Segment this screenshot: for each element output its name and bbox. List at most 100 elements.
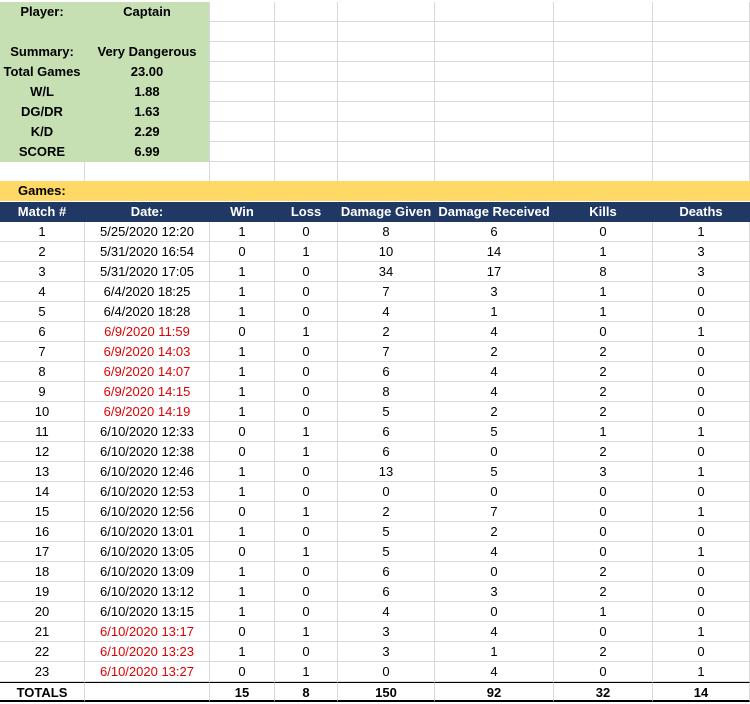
table-cell[interactable]: 3	[435, 582, 554, 602]
table-cell[interactable]: 0	[653, 582, 750, 602]
column-header[interactable]: Loss	[275, 202, 338, 222]
summary-value-cell[interactable]: 2.29	[85, 122, 210, 142]
table-cell[interactable]: 10	[0, 402, 85, 422]
empty-cell[interactable]	[554, 162, 653, 182]
summary-label-cell[interactable]: DG/DR	[0, 102, 85, 122]
table-cell[interactable]: 8	[338, 382, 435, 402]
empty-cell[interactable]	[554, 62, 653, 82]
table-cell[interactable]: 0	[653, 482, 750, 502]
table-cell[interactable]: 6/10/2020 13:01	[85, 522, 210, 542]
table-cell[interactable]: 1	[210, 582, 275, 602]
table-cell[interactable]: 2	[554, 342, 653, 362]
table-cell[interactable]: 3	[653, 242, 750, 262]
empty-cell[interactable]	[275, 142, 338, 162]
summary-label-cell[interactable]: Player:	[0, 2, 85, 22]
totals-cell[interactable]	[85, 682, 210, 702]
empty-cell[interactable]	[435, 82, 554, 102]
table-cell[interactable]: 16	[0, 522, 85, 542]
empty-cell[interactable]	[653, 62, 750, 82]
empty-cell[interactable]	[554, 102, 653, 122]
totals-cell[interactable]: TOTALS	[0, 682, 85, 702]
table-cell[interactable]: 3	[554, 462, 653, 482]
table-cell[interactable]: 1	[275, 442, 338, 462]
table-cell[interactable]: 5	[338, 522, 435, 542]
table-cell[interactable]: 6	[338, 362, 435, 382]
totals-cell[interactable]: 15	[210, 682, 275, 702]
table-cell[interactable]: 8	[0, 362, 85, 382]
table-cell[interactable]: 6/10/2020 12:46	[85, 462, 210, 482]
empty-cell[interactable]	[210, 2, 275, 22]
empty-cell[interactable]	[653, 102, 750, 122]
table-cell[interactable]: 0	[338, 482, 435, 502]
table-cell[interactable]: 0	[554, 662, 653, 682]
summary-label-cell[interactable]: Summary:	[0, 42, 85, 62]
empty-cell[interactable]	[0, 162, 85, 182]
empty-cell[interactable]	[338, 142, 435, 162]
table-cell[interactable]: 3	[338, 622, 435, 642]
table-cell[interactable]: 6/10/2020 12:56	[85, 502, 210, 522]
table-cell[interactable]: 4	[435, 382, 554, 402]
table-cell[interactable]: 6	[0, 322, 85, 342]
table-cell[interactable]: 6	[338, 562, 435, 582]
table-cell[interactable]: 18	[0, 562, 85, 582]
table-cell[interactable]: 1	[210, 402, 275, 422]
empty-cell[interactable]	[275, 82, 338, 102]
empty-cell[interactable]	[653, 42, 750, 62]
table-cell[interactable]: 2	[338, 322, 435, 342]
table-cell[interactable]: 1	[210, 362, 275, 382]
table-cell[interactable]: 2	[435, 342, 554, 362]
table-cell[interactable]: 6/9/2020 14:03	[85, 342, 210, 362]
table-cell[interactable]: 4	[0, 282, 85, 302]
table-cell[interactable]: 19	[0, 582, 85, 602]
table-cell[interactable]: 0	[210, 422, 275, 442]
empty-cell[interactable]	[338, 102, 435, 122]
table-cell[interactable]: 1	[554, 602, 653, 622]
table-cell[interactable]: 4	[435, 542, 554, 562]
table-cell[interactable]: 21	[0, 622, 85, 642]
empty-cell[interactable]	[210, 162, 275, 182]
table-cell[interactable]: 5	[0, 302, 85, 322]
table-cell[interactable]: 0	[210, 542, 275, 562]
table-cell[interactable]: 0	[435, 602, 554, 622]
table-cell[interactable]: 0	[554, 222, 653, 242]
table-cell[interactable]: 5/31/2020 16:54	[85, 242, 210, 262]
table-cell[interactable]: 0	[653, 382, 750, 402]
summary-value-cell[interactable]: Very Dangerous	[85, 42, 210, 62]
table-cell[interactable]: 0	[210, 662, 275, 682]
empty-cell[interactable]	[554, 142, 653, 162]
empty-cell[interactable]	[275, 22, 338, 42]
table-cell[interactable]: 1	[554, 242, 653, 262]
empty-cell[interactable]	[435, 62, 554, 82]
table-cell[interactable]: 0	[275, 582, 338, 602]
table-cell[interactable]: 8	[554, 262, 653, 282]
table-cell[interactable]: 4	[338, 602, 435, 622]
table-cell[interactable]: 1	[210, 602, 275, 622]
table-cell[interactable]: 3	[653, 262, 750, 282]
table-cell[interactable]: 0	[275, 462, 338, 482]
table-cell[interactable]: 22	[0, 642, 85, 662]
table-cell[interactable]: 5	[338, 542, 435, 562]
table-cell[interactable]: 1	[653, 502, 750, 522]
table-cell[interactable]: 0	[275, 302, 338, 322]
empty-cell[interactable]	[435, 42, 554, 62]
table-cell[interactable]: 6/10/2020 13:27	[85, 662, 210, 682]
empty-cell[interactable]	[435, 122, 554, 142]
table-cell[interactable]: 3	[0, 262, 85, 282]
table-cell[interactable]: 2	[554, 362, 653, 382]
table-cell[interactable]: 0	[554, 542, 653, 562]
table-cell[interactable]: 1	[210, 382, 275, 402]
summary-label-cell[interactable]: Total Games	[0, 62, 85, 82]
table-cell[interactable]: 2	[435, 522, 554, 542]
totals-cell[interactable]: 32	[554, 682, 653, 702]
table-cell[interactable]: 1	[275, 662, 338, 682]
table-cell[interactable]: 1	[653, 222, 750, 242]
empty-cell[interactable]	[210, 62, 275, 82]
empty-cell[interactable]	[275, 42, 338, 62]
table-cell[interactable]: 5	[435, 422, 554, 442]
table-cell[interactable]: 1	[0, 222, 85, 242]
table-cell[interactable]: 2	[554, 402, 653, 422]
table-cell[interactable]: 0	[275, 382, 338, 402]
column-header[interactable]: Win	[210, 202, 275, 222]
table-cell[interactable]: 1	[653, 662, 750, 682]
totals-cell[interactable]: 14	[653, 682, 750, 702]
